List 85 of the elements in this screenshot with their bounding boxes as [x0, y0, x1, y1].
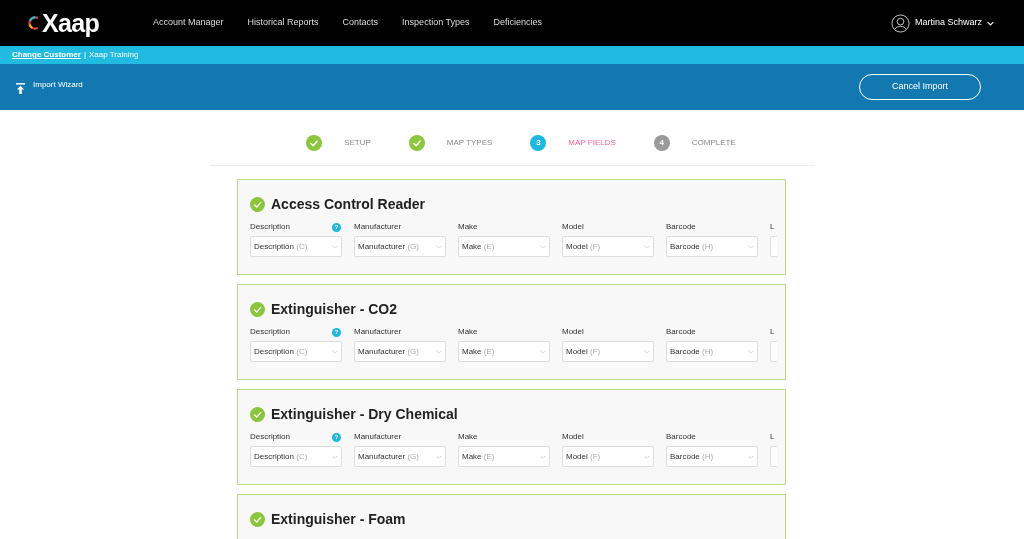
select-value: Model (F) [566, 345, 601, 358]
nav-link[interactable]: Deficiencies [493, 16, 543, 30]
type-title: Extinguisher - Foam [271, 510, 406, 529]
chevron-icon [644, 349, 650, 354]
chevron-icon [748, 454, 754, 459]
field-select[interactable]: Make (E) [458, 446, 550, 467]
field-select[interactable]: Manufacturer (G) [354, 341, 446, 362]
chevron-icon [644, 244, 650, 249]
upload-icon [16, 83, 25, 94]
chevron-icon [540, 454, 546, 459]
select-value: Make (E) [462, 450, 495, 463]
field-label: Barcode [666, 326, 696, 338]
field-select[interactable]: Manufacturer (G) [354, 446, 446, 467]
chevron-icon [540, 349, 546, 354]
field-label: L [770, 221, 775, 233]
select-value: Barcode (H) [670, 240, 714, 253]
page-title: Import Wizard [33, 79, 83, 91]
nav-link[interactable]: Inspection Types [402, 16, 470, 30]
field-label: Barcode [666, 221, 696, 233]
field-label: Barcode [666, 431, 696, 443]
chevron-icon [332, 349, 338, 354]
user-name[interactable]: Martina Schwarz [914, 16, 982, 30]
field-select[interactable]: Barcode (H) [666, 341, 758, 362]
select-value: Barcode (H) [670, 450, 714, 463]
field-select[interactable]: Barcode (H) [666, 446, 758, 467]
logo[interactable]: Xaap [42, 10, 100, 36]
chevron-icon [436, 454, 442, 459]
step-number: 4 [653, 135, 670, 151]
select-value: Manufacturer (G) [358, 345, 419, 358]
field-label: Description [250, 431, 290, 443]
chevron-icon [436, 349, 442, 354]
field-label: Model [562, 431, 584, 443]
field-label: Model [562, 326, 584, 338]
nav-link[interactable]: Account Manager [153, 16, 224, 30]
type-title: Extinguisher - Dry Chemical [271, 405, 458, 424]
chevron-icon [748, 349, 754, 354]
select-value: Make (E) [462, 240, 495, 253]
chevron-icon [436, 244, 442, 249]
field-select[interactable]: Description (C) [250, 236, 342, 257]
nav-link[interactable]: Historical Reports [247, 16, 319, 30]
field-select[interactable]: Description (C) [250, 446, 342, 467]
field-label: Make [458, 221, 478, 233]
select-value: Description (C) [254, 345, 308, 358]
field-select[interactable]: Model (F) [562, 446, 654, 467]
field-label: Description [250, 221, 290, 233]
field-select[interactable]: Model (F) [562, 236, 654, 257]
field-label: Manufacturer [354, 326, 402, 338]
select-value: Barcode (H) [670, 345, 714, 358]
field-label: Manufacturer [354, 431, 402, 443]
select-value: Model (F) [566, 240, 601, 253]
field-label: L [770, 326, 775, 338]
step-label[interactable]: COMPLETE [691, 137, 736, 149]
select-value: Description (C) [254, 240, 308, 253]
select-value: Model (F) [566, 450, 601, 463]
field-label: Description [250, 326, 290, 338]
field-select[interactable]: Make (E) [458, 341, 550, 362]
field-select[interactable]: Model (F) [562, 341, 654, 362]
chevron-icon [332, 454, 338, 459]
field-label: Manufacturer [354, 221, 402, 233]
select-value: Manufacturer (G) [358, 450, 419, 463]
select-value: Make (E) [462, 345, 495, 358]
field-select[interactable]: Barcode (H) [666, 236, 758, 257]
step-label[interactable]: MAP TYPES [446, 137, 493, 149]
user-avatar-icon [890, 13, 910, 33]
chevron-icon [644, 454, 650, 459]
chevron-icon [540, 244, 546, 249]
step-number: 3 [530, 135, 547, 151]
type-title: Access Control Reader [271, 195, 426, 214]
chevron-icon [748, 244, 754, 249]
nav-link[interactable]: Contacts [342, 16, 379, 30]
field-label: Model [562, 221, 584, 233]
customer-name: Xaap Training [89, 49, 139, 61]
field-label: L [770, 431, 775, 443]
select-value: Description (C) [254, 450, 308, 463]
field-select[interactable]: Make (E) [458, 236, 550, 257]
step-label[interactable]: SETUP [344, 137, 371, 149]
chevron-icon [332, 244, 338, 249]
separator: | [83, 49, 86, 61]
field-select[interactable]: Description (C) [250, 341, 342, 362]
chevron-down-icon [987, 20, 994, 26]
type-title: Extinguisher - CO2 [271, 300, 398, 319]
field-select[interactable]: Manufacturer (G) [354, 236, 446, 257]
field-label: Make [458, 326, 478, 338]
select-value: Manufacturer (G) [358, 240, 419, 253]
field-label: Make [458, 431, 478, 443]
